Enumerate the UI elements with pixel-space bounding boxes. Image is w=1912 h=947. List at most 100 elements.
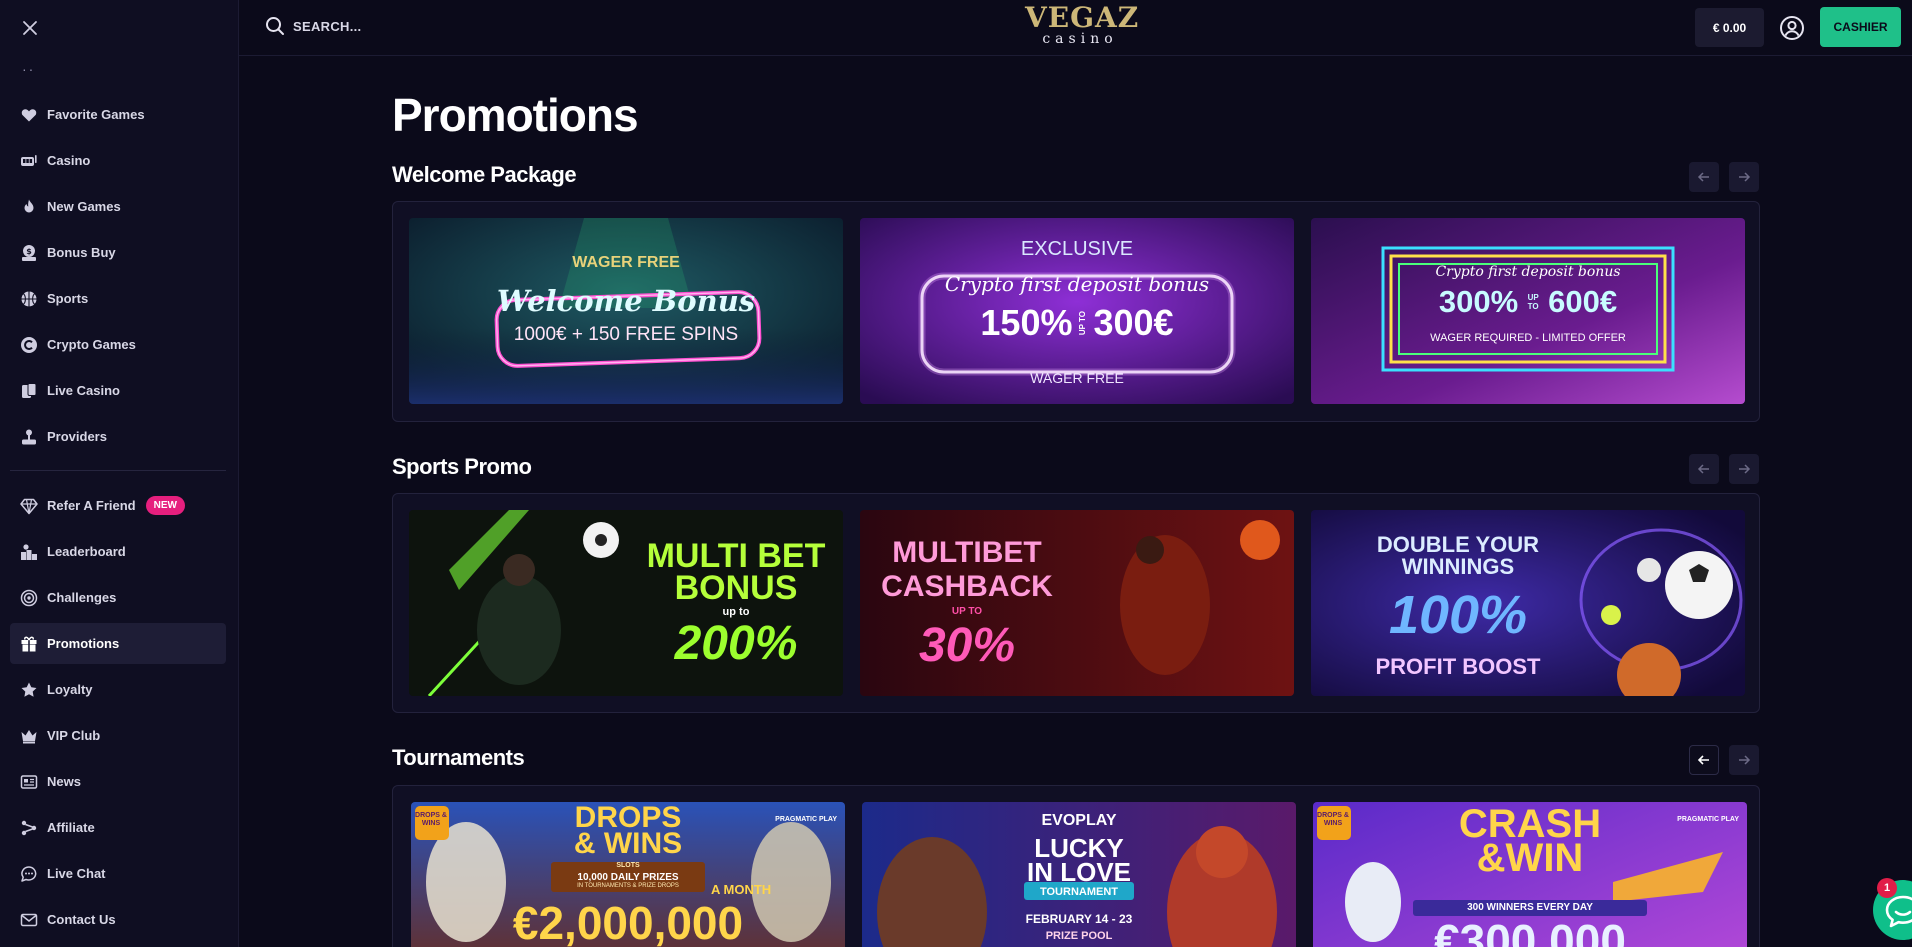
sidebar-item-sports[interactable]: Sports bbox=[10, 278, 226, 319]
carousel-prev-button[interactable] bbox=[1689, 454, 1719, 484]
sidebar-item-bonus-buy[interactable]: $ Bonus Buy bbox=[10, 232, 226, 273]
carousel-next-button[interactable] bbox=[1729, 454, 1759, 484]
promo-card-subline: WAGER REQUIRED - LIMITED OFFER bbox=[1430, 332, 1626, 344]
sidebar-item-leaderboard[interactable]: Leaderboard bbox=[10, 531, 226, 572]
tournament-tag: TOURNAMENT bbox=[1039, 886, 1118, 898]
promo-card-upto: UP TO bbox=[951, 606, 983, 617]
scroll-hint-icon: ·· bbox=[22, 61, 36, 77]
promo-card-tagline: Crypto first deposit bonus bbox=[1435, 264, 1621, 280]
sidebar-item-news[interactable]: News bbox=[10, 761, 226, 802]
tournament-card[interactable]: EVOPLAY LUCKY IN LOVE TOURNAMENT FEBRUAR… bbox=[862, 802, 1296, 947]
tournament-amount: €2,000,000 bbox=[512, 897, 744, 947]
tournament-tag: SLOTS bbox=[616, 862, 640, 869]
promo-card-headline: Crypto first deposit bonus bbox=[944, 272, 1210, 296]
carousel-prev-button[interactable] bbox=[1689, 162, 1719, 192]
promo-card-tagline: EXCLUSIVE bbox=[1020, 238, 1134, 260]
promo-card-headline: MULTI BET bbox=[646, 537, 826, 575]
sidebar-item-live-casino[interactable]: Live Casino bbox=[10, 370, 226, 411]
gift-icon bbox=[20, 635, 38, 653]
star-icon bbox=[20, 681, 38, 699]
promo-card[interactable]: MULTIBET CASHBACK UP TO 30% bbox=[860, 510, 1294, 696]
tournament-card[interactable]: DROPS & WINS PRAGMATIC PLAY CRASH &WIN 3… bbox=[1313, 802, 1747, 947]
crypto-icon bbox=[20, 336, 38, 354]
sidebar-item-label: Providers bbox=[47, 429, 107, 444]
diamond-icon bbox=[20, 497, 38, 515]
logo[interactable]: VEGAZ casino bbox=[1025, 1, 1140, 48]
promo-card[interactable]: WAGER FREE Welcome Bonus 1000€ + 150 FRE… bbox=[409, 218, 843, 404]
leaderboard-icon bbox=[20, 543, 38, 561]
promo-card-tagline: WAGER FREE bbox=[572, 254, 680, 271]
sidebar-item-casino[interactable]: Casino bbox=[10, 140, 226, 181]
sidebar-item-label: Crypto Games bbox=[47, 337, 136, 352]
tournament-dates: FEBRUARY 14 - 23 bbox=[1025, 912, 1133, 926]
sidebar-item-label: Challenges bbox=[47, 590, 117, 605]
sidebar-item-label: Sports bbox=[47, 291, 89, 306]
cards-icon bbox=[20, 382, 38, 400]
sidebar-item-providers[interactable]: Providers bbox=[10, 416, 226, 457]
sidebar-item-contact-us[interactable]: Contact Us bbox=[10, 899, 226, 940]
tournament-period: A MONTH bbox=[711, 882, 772, 897]
promo-card-headline: MULTIBET bbox=[892, 536, 1042, 569]
promo-card-upto: UP TO bbox=[1527, 293, 1539, 311]
sidebar-item-crypto-games[interactable]: Crypto Games bbox=[10, 324, 226, 365]
logo-wordmark: VEGAZ bbox=[1025, 1, 1140, 34]
balance-button[interactable]: € 0.00 bbox=[1695, 8, 1764, 47]
promo-card-offer: 150% UP TO 300€ bbox=[860, 302, 1294, 344]
tournament-headline-2: IN LOVE bbox=[1026, 857, 1131, 887]
basketball-icon bbox=[20, 290, 38, 308]
sidebar-item-label: Affiliate bbox=[47, 820, 95, 835]
promo-card[interactable]: DOUBLE YOUR WINNINGS 100% PROFIT BOOST bbox=[1311, 510, 1745, 696]
tournament-card[interactable]: DROPS & WINS PRAGMATIC PLAY DROPS & WINS… bbox=[411, 802, 845, 947]
carousel-next-button[interactable] bbox=[1729, 745, 1759, 775]
promo-card[interactable]: EXCLUSIVE Crypto first deposit bonus 150… bbox=[860, 218, 1294, 404]
sidebar-divider bbox=[10, 470, 226, 471]
sidebar-item-label: News bbox=[47, 774, 81, 789]
cashier-button[interactable]: CASHIER bbox=[1820, 7, 1901, 47]
sidebar-item-new-games[interactable]: New Games bbox=[10, 186, 226, 227]
search-icon bbox=[266, 17, 284, 35]
carousel-prev-button[interactable] bbox=[1689, 745, 1719, 775]
close-icon[interactable] bbox=[18, 16, 42, 40]
search-placeholder: SEARCH... bbox=[293, 18, 362, 34]
tournament-footer: PRIZE POOL bbox=[1045, 930, 1113, 942]
promo-card-headline-2: BONUS bbox=[674, 569, 798, 607]
sidebar-item-label: Contact Us bbox=[47, 912, 116, 927]
promo-card[interactable]: MULTI BET BONUS up to 200% bbox=[409, 510, 843, 696]
sidebar-item-label: Favorite Games bbox=[47, 107, 145, 122]
promo-card-headline: Welcome Bonus bbox=[496, 284, 756, 318]
crown-icon bbox=[20, 727, 38, 745]
sidebar-item-promotions[interactable]: Promotions bbox=[10, 623, 226, 664]
sidebar-item-label: Live Casino bbox=[47, 383, 120, 398]
target-icon bbox=[20, 589, 38, 607]
sidebar-item-loyalty[interactable]: Loyalty bbox=[10, 669, 226, 710]
promo-card-amount: 300€ bbox=[1093, 302, 1174, 343]
search-input[interactable]: SEARCH... bbox=[265, 16, 361, 36]
section-title-tournaments: Tournaments bbox=[392, 745, 525, 770]
chat-notification-badge: 1 bbox=[1877, 878, 1897, 898]
promo-card-offer: 300% UP TO 600€ bbox=[1311, 284, 1745, 320]
sidebar-item-challenges[interactable]: Challenges bbox=[10, 577, 226, 618]
sidebar-item-affiliate[interactable]: Affiliate bbox=[10, 807, 226, 848]
sidebar-item-live-chat[interactable]: Live Chat bbox=[10, 853, 226, 894]
sidebar-item-label: Promotions bbox=[47, 636, 120, 651]
promo-card[interactable]: Crypto first deposit bonus 300% UP TO 60… bbox=[1311, 218, 1745, 404]
tournament-prize-sub: IN TOURNAMENTS & PRIZE DROPS bbox=[577, 883, 679, 889]
sidebar-item-vip-club[interactable]: VIP Club bbox=[10, 715, 226, 756]
user-account-icon[interactable] bbox=[1776, 12, 1808, 44]
promo-card-footer: PROFIT BOOST bbox=[1375, 654, 1541, 679]
flame-icon bbox=[20, 198, 38, 216]
sidebar-item-refer-a-friend[interactable]: Refer A Friend NEW bbox=[10, 485, 226, 526]
sidebar-item-label: Casino bbox=[47, 153, 91, 168]
sidebar-item-favorite-games[interactable]: Favorite Games bbox=[10, 94, 226, 135]
tournament-headline-2: &WIN bbox=[1476, 836, 1584, 880]
promo-card-upto: UP TO bbox=[1078, 310, 1088, 336]
affiliate-icon bbox=[20, 819, 38, 837]
carousel-next-button[interactable] bbox=[1729, 162, 1759, 192]
carousel-welcome-package: WAGER FREE Welcome Bonus 1000€ + 150 FRE… bbox=[392, 201, 1760, 422]
section-title-welcome-package: Welcome Package bbox=[392, 162, 577, 187]
promo-card-amount: 600€ bbox=[1548, 284, 1618, 319]
promo-card-headline: DOUBLE YOUR bbox=[1376, 532, 1540, 557]
sidebar-item-label: Live Chat bbox=[47, 866, 106, 881]
sidebar-item-label: Leaderboard bbox=[47, 544, 126, 559]
chat-bubble-icon bbox=[20, 865, 38, 883]
